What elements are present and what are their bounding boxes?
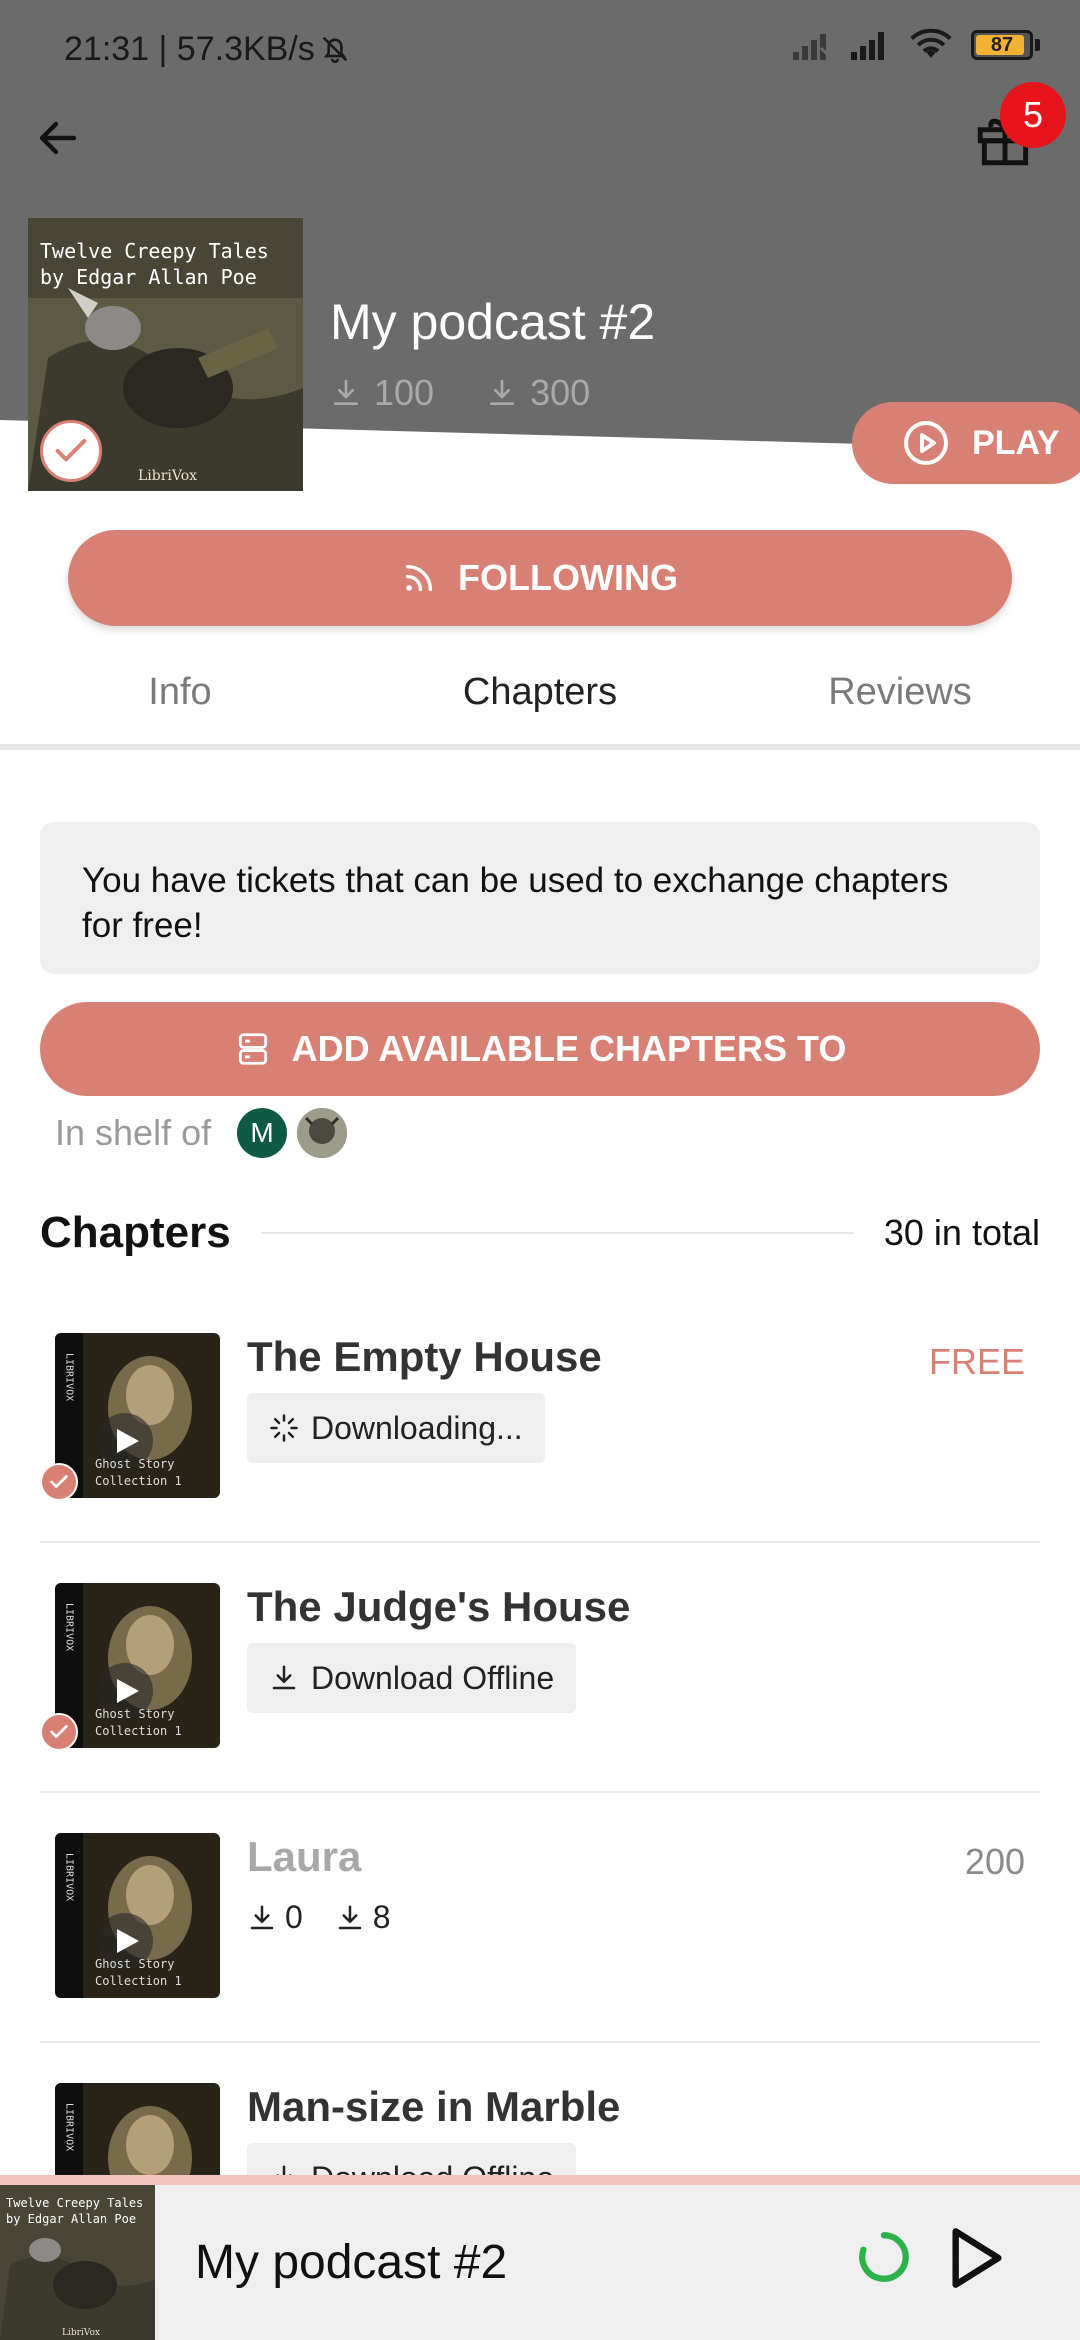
podcast-stats: 100 300 — [330, 372, 590, 414]
cover-title-line1: Twelve Creepy Tales — [40, 239, 269, 263]
download-offline-button[interactable]: Download Offline — [247, 1643, 577, 1713]
divider — [260, 1232, 854, 1234]
thumb-side-text: LIBRIVOX — [64, 2103, 75, 2151]
mini-cover-publisher: LibriVox — [62, 2328, 100, 2338]
mini-player[interactable]: Twelve Creepy Tales by Edgar Allan Poe L… — [0, 2175, 1080, 2340]
download-icon — [334, 379, 358, 405]
tab-chapters[interactable]: Chapters — [360, 652, 720, 752]
rss-icon — [405, 564, 433, 592]
shelf-avatars: M — [237, 1108, 348, 1158]
cover-publisher: LibriVox — [138, 468, 197, 484]
chapter-price: 200 — [964, 1841, 1025, 1882]
wifi-icon — [910, 28, 952, 58]
play-icon[interactable] — [945, 2223, 1009, 2293]
loading-spinner-icon — [859, 2232, 909, 2282]
avatar[interactable] — [297, 1108, 348, 1158]
back-button[interactable] — [30, 110, 86, 166]
check-icon — [50, 1725, 68, 1738]
ticket-notice: You have tickets that can be used to exc… — [40, 822, 1040, 974]
following-label: FOLLOWING — [458, 557, 678, 598]
thumb-side-text: LIBRIVOX — [64, 1603, 75, 1651]
chapter-check-badge — [40, 1713, 78, 1751]
mini-player-cover[interactable]: Twelve Creepy Tales by Edgar Allan Poe L… — [0, 2185, 155, 2340]
chapter-stat: 0 — [247, 1899, 303, 1936]
chapter-title: Laura — [247, 1833, 362, 1880]
thumb-side-text: LIBRIVOX — [64, 1353, 75, 1401]
chapter-thumbnail[interactable]: LIBRIVOX Ghost Story Collection 1 — [55, 1833, 220, 1998]
download-offline-label: Download Offline — [311, 1659, 555, 1696]
thumb-side-text: LIBRIVOX — [64, 1853, 75, 1901]
check-icon — [50, 1475, 68, 1488]
thumb-text-line2: Collection 1 — [95, 1724, 182, 1738]
thumb-text-line2: Collection 1 — [95, 1974, 182, 1988]
tab-info[interactable]: Info — [0, 652, 360, 752]
cover-check-badge — [40, 420, 102, 482]
avatar[interactable]: M — [237, 1108, 288, 1158]
download-icon — [338, 1905, 362, 1929]
mini-player-title: My podcast #2 — [195, 2236, 508, 2289]
battery-tip — [1035, 39, 1040, 51]
loading-icon — [270, 1414, 298, 1442]
chapter-check-badge — [40, 1463, 78, 1501]
tab-reviews[interactable]: Reviews — [720, 652, 1080, 752]
add-chapters-label: ADD AVAILABLE CHAPTERS TO — [291, 1028, 847, 1069]
chapter-title: The Judge's House — [247, 1583, 631, 1630]
following-button[interactable]: FOLLOWING — [68, 530, 1012, 626]
tab-bar: Info Chapters Reviews — [0, 652, 1080, 752]
download-icon — [250, 1905, 274, 1929]
battery-icon: 87 — [971, 30, 1033, 60]
downloading-status: Downloading... — [247, 1393, 545, 1463]
play-circle-icon — [904, 421, 948, 465]
stat-b-value: 300 — [530, 372, 591, 413]
thumb-text-line1: Ghost Story — [95, 1457, 174, 1471]
play-label: PLAY — [972, 423, 1060, 462]
downloading-label: Downloading... — [311, 1409, 523, 1446]
chapter-title: The Empty House — [247, 1333, 602, 1380]
cover-title-line2: by Edgar Allan Poe — [40, 265, 257, 289]
section-title: Chapters — [40, 1208, 231, 1257]
stat-downloads-a: 100 — [330, 372, 434, 414]
chapter-stat-a: 0 — [285, 1899, 303, 1935]
check-icon — [55, 439, 87, 462]
mini-cover-title-line2: by Edgar Allan Poe — [6, 2212, 136, 2226]
thumb-text-line1: Ghost Story — [95, 1957, 174, 1971]
mute-bell-icon — [322, 36, 348, 63]
chapter-price: FREE — [928, 1341, 1025, 1382]
chapter-stats: 0 8 — [247, 1899, 391, 1936]
shelf-label: In shelf of — [55, 1112, 212, 1153]
back-arrow-icon — [39, 121, 77, 155]
signal-icon — [851, 32, 884, 60]
signal-weak-icon — [793, 34, 833, 60]
chapter-stat: 8 — [335, 1899, 391, 1936]
stat-a-value: 100 — [374, 372, 435, 413]
chapters-header: Chapters 30 in total — [40, 1208, 1040, 1258]
stat-downloads-b: 300 — [486, 372, 590, 414]
add-chapters-button[interactable]: ADD AVAILABLE CHAPTERS TO — [40, 1002, 1040, 1096]
thumb-text-line1: Ghost Story — [95, 1707, 174, 1721]
chapter-row[interactable]: LIBRIVOX Ghost Story Collection 1 Laura … — [40, 1793, 1040, 2043]
tab-divider — [0, 744, 1080, 750]
chapter-row[interactable]: LIBRIVOX Ghost Story Collection 1 The Ju… — [40, 1543, 1040, 1793]
chapter-title: Man-size in Marble — [247, 2083, 621, 2130]
status-bar: 21:31 | 57.3KB/s 87 — [0, 0, 1080, 100]
chapter-thumbnail[interactable]: LIBRIVOX Ghost Story Collection 1 — [55, 1333, 220, 1498]
download-icon — [272, 1665, 296, 1690]
status-time: 21:31 | 57.3KB/s — [64, 30, 315, 68]
chapter-thumbnail[interactable]: LIBRIVOX Ghost Story Collection 1 — [55, 1583, 220, 1748]
battery-level: 87 — [990, 34, 1014, 56]
chapter-stat-b: 8 — [372, 1899, 391, 1935]
shelf-icon — [238, 1033, 267, 1065]
mini-cover-title-line1: Twelve Creepy Tales — [6, 2196, 143, 2210]
shelf-row: In shelf of M — [55, 1108, 348, 1158]
podcast-title: My podcast #2 — [330, 294, 656, 350]
download-icon — [490, 379, 515, 405]
play-button[interactable]: PLAY — [852, 402, 1080, 484]
gift-count-badge: 5 — [1000, 82, 1066, 148]
thumb-text-line2: Collection 1 — [95, 1474, 182, 1488]
chapter-row[interactable]: LIBRIVOX Ghost Story Collection 1 The Em… — [40, 1293, 1040, 1543]
chapters-count: 30 in total — [883, 1212, 1040, 1253]
